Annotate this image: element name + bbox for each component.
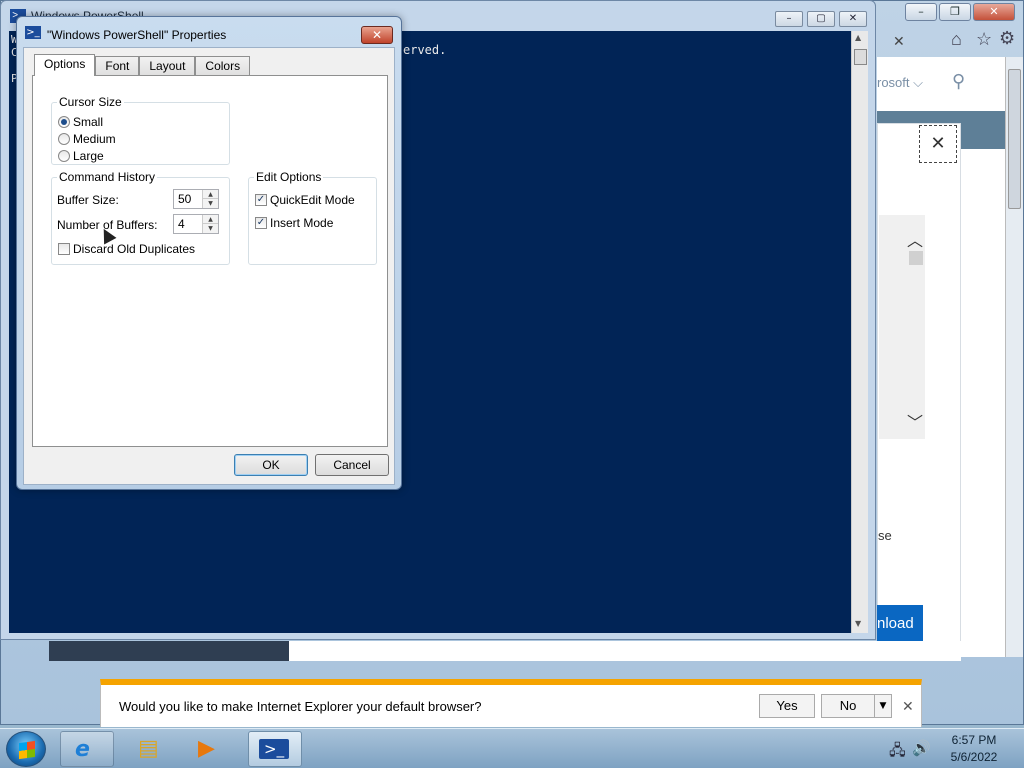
tab-font[interactable]: Font (95, 56, 140, 76)
ie-tab-close-icon[interactable]: ✕ (893, 33, 905, 50)
notification-message: Would you like to make Internet Explorer… (119, 699, 482, 714)
tab-colors[interactable]: Colors (195, 56, 251, 76)
radio-label: Medium (73, 132, 116, 146)
radio-label: Small (73, 115, 104, 129)
edit-options-group: Edit Options ✓ QuickEdit Mode ✓ Insert M… (248, 170, 377, 265)
page-footer-light (289, 641, 961, 661)
favorites-star-icon[interactable]: ☆ (976, 29, 992, 50)
yes-button[interactable]: Yes (759, 694, 815, 718)
properties-dialog: >_ "Windows PowerShell" Properties ✕ Opt… (16, 16, 402, 490)
ie-vertical-scrollbar[interactable] (1005, 57, 1023, 657)
checkbox-label: Insert Mode (270, 216, 334, 230)
checkbox-label: Discard Old Duplicates (73, 242, 196, 256)
options-tab-page: Cursor Size Small Medium Large Command H… (32, 75, 388, 447)
checkbox[interactable] (58, 243, 70, 255)
buffer-size-label: Buffer Size: (57, 193, 119, 207)
number-of-buffers-stepper[interactable]: 4 ▲ ▼ (173, 214, 219, 234)
console-text: erved. (403, 43, 447, 57)
ie-maximize-button[interactable]: ❐ (939, 3, 971, 21)
tools-gear-icon[interactable]: ⚙ (999, 28, 1015, 49)
taskbar-file-explorer[interactable]: ▤ (124, 731, 178, 767)
notification-close-icon[interactable]: ✕ (902, 699, 914, 715)
spin-down-icon[interactable]: ▼ (203, 199, 218, 208)
tab-layout[interactable]: Layout (139, 56, 196, 76)
spin-up-icon[interactable]: ▲ (203, 190, 218, 199)
clock-time[interactable]: 6:57 PM (944, 733, 1004, 747)
volume-icon[interactable]: 🔊 (912, 739, 931, 757)
spin-buttons: ▲ ▼ (202, 190, 218, 208)
cursor-size-legend: Cursor Size (57, 95, 124, 109)
search-icon[interactable]: ⚲ (952, 71, 965, 92)
taskbar-media-player[interactable]: ▶ (184, 731, 238, 767)
spin-buttons: ▲ ▼ (202, 215, 218, 233)
buffer-size-value[interactable]: 50 (178, 192, 191, 206)
dialog-close-button[interactable]: ✕ (361, 26, 393, 44)
internet-explorer-icon: e (75, 737, 90, 762)
page-body-text: se (878, 528, 892, 543)
radio-button[interactable] (58, 116, 70, 128)
dialog-tabs: Options Font Layout Colors (34, 54, 251, 76)
dialog-title: "Windows PowerShell" Properties (47, 28, 227, 42)
no-dropdown-arrow-icon[interactable]: ▼ (874, 694, 892, 718)
page-footer-dark (49, 641, 289, 661)
taskbar-internet-explorer[interactable]: e (60, 731, 114, 767)
number-of-buffers-value[interactable]: 4 (178, 217, 185, 231)
console-scroll-thumb[interactable] (854, 49, 867, 65)
tab-options[interactable]: Options (34, 54, 96, 76)
powershell-minimize-button[interactable]: – (775, 11, 803, 27)
network-icon[interactable]: 🖧 (889, 740, 906, 765)
radio-button[interactable] (58, 150, 70, 162)
powershell-icon: >_ (25, 26, 41, 39)
taskbar-powershell[interactable]: >_ (248, 731, 302, 767)
home-icon[interactable]: ⌂ (951, 29, 962, 50)
modal-scroll-thumb[interactable] (909, 251, 923, 265)
download-button[interactable]: nload (877, 605, 923, 643)
spin-up-icon[interactable]: ▲ (203, 215, 218, 224)
scroll-up-arrow-icon[interactable]: ▲ (855, 33, 861, 42)
spin-down-icon[interactable]: ▼ (203, 224, 218, 233)
console-vertical-scrollbar[interactable]: ▲ ▼ (851, 31, 868, 633)
powershell-maximize-button[interactable]: ▢ (807, 11, 835, 27)
cursor-large-radio[interactable]: Large (58, 149, 104, 163)
discard-old-duplicates-checkbox[interactable]: Discard Old Duplicates (58, 242, 195, 256)
ie-close-button[interactable]: ✕ (973, 3, 1015, 21)
chevron-down-icon[interactable]: ﹀ (907, 409, 923, 433)
powershell-icon: >_ (259, 739, 290, 759)
command-history-group: Command History Buffer Size: 50 ▲ ▼ Numb… (51, 170, 230, 265)
command-history-legend: Command History (57, 170, 158, 184)
page-nav-menu[interactable]: rosoft ⌵ (877, 75, 923, 91)
powershell-close-button[interactable]: ✕ (839, 11, 867, 27)
cursor-medium-radio[interactable]: Medium (58, 132, 116, 146)
start-button[interactable] (6, 731, 46, 767)
radio-label: Large (73, 149, 104, 163)
no-button[interactable]: No (821, 694, 875, 718)
cursor-size-group: Cursor Size Small Medium Large (51, 95, 230, 165)
scroll-down-arrow-icon[interactable]: ▼ (855, 619, 861, 628)
powershell-caption-buttons: – ▢ ✕ (775, 11, 867, 27)
windows-logo-icon (19, 740, 35, 760)
folder-icon: ▤ (138, 736, 159, 761)
ie-scroll-thumb[interactable] (1008, 69, 1021, 209)
ie-caption-buttons: – ❐ ✕ (905, 3, 1015, 21)
default-browser-notification: Would you like to make Internet Explorer… (100, 679, 922, 727)
cursor-small-radio[interactable]: Small (58, 115, 103, 129)
dialog-body: Options Font Layout Colors Cursor Size S… (23, 47, 395, 485)
edit-options-legend: Edit Options (254, 170, 324, 184)
quickedit-mode-checkbox[interactable]: ✓ QuickEdit Mode (255, 193, 355, 207)
checkbox-checked-icon[interactable]: ✓ (255, 217, 267, 229)
radio-button[interactable] (58, 133, 70, 145)
ok-button[interactable]: OK (234, 454, 308, 476)
checkbox-checked-icon[interactable]: ✓ (255, 194, 267, 206)
checkbox-label: QuickEdit Mode (270, 193, 355, 207)
chevron-up-icon[interactable]: ︿ (907, 227, 923, 251)
buffer-size-stepper[interactable]: 50 ▲ ▼ (173, 189, 219, 209)
cancel-button[interactable]: Cancel (315, 454, 389, 476)
clock-date[interactable]: 5/6/2022 (944, 750, 1004, 764)
media-player-icon: ▶ (198, 736, 215, 761)
modal-close-icon[interactable]: ✕ (919, 125, 957, 163)
insert-mode-checkbox[interactable]: ✓ Insert Mode (255, 216, 333, 230)
taskbar: e ▤ ▶ >_ (0, 728, 1024, 768)
ie-minimize-button[interactable]: – (905, 3, 937, 21)
